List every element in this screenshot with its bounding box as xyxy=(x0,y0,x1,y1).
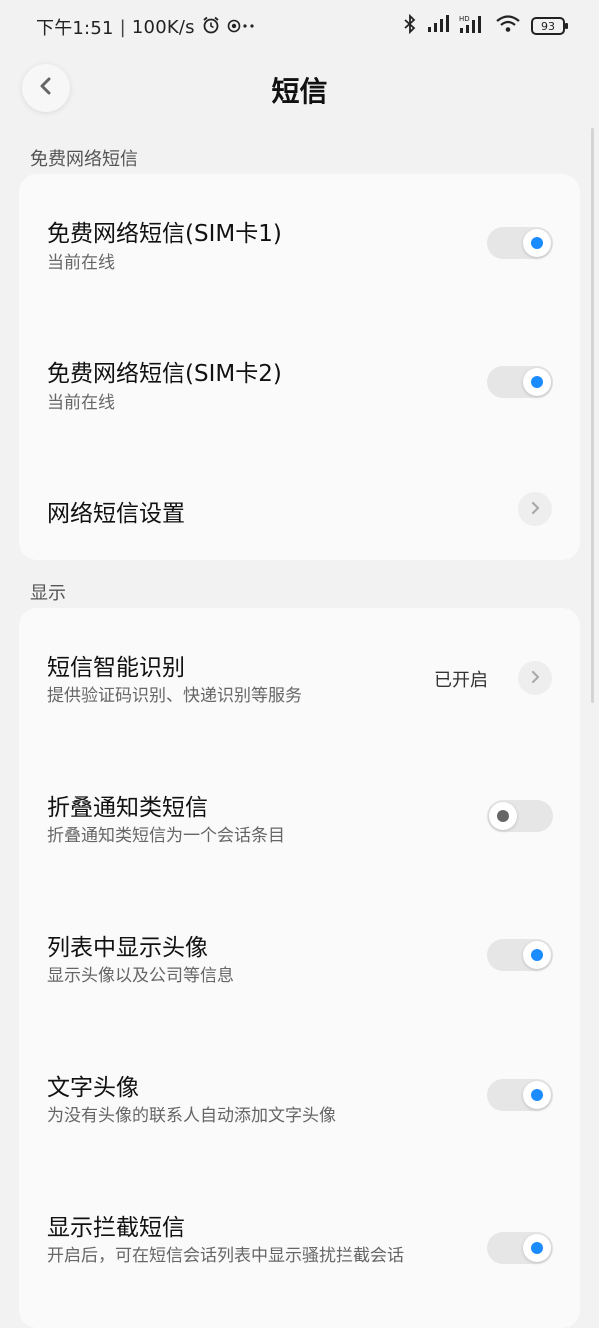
row-title: 显示拦截短信 xyxy=(47,1215,185,1241)
chevron-right-button[interactable] xyxy=(518,661,552,695)
toggle-knob xyxy=(523,1081,551,1109)
toggle-knob xyxy=(523,229,551,257)
bluetooth-icon xyxy=(403,13,417,38)
page-title: 短信 xyxy=(271,75,328,108)
status-bar: 下午1:51 | 100K/s HD 93 xyxy=(0,0,599,54)
row-text-avatar[interactable]: 文字头像 为没有头像的联系人自动添加文字头像 xyxy=(19,1028,580,1168)
toggle-free-sms-sim2[interactable] xyxy=(487,366,553,398)
section-label-display: 显示 xyxy=(30,583,66,604)
toggle-free-sms-sim1[interactable] xyxy=(487,227,553,259)
row-subtitle: 显示头像以及公司等信息 xyxy=(47,966,234,986)
toggle-show-avatar[interactable] xyxy=(487,939,553,971)
row-show-blocked[interactable]: 显示拦截短信 开启后，可在短信会话列表中显示骚扰拦截会话 xyxy=(19,1168,580,1328)
signal-hd-icon: HD xyxy=(459,14,485,38)
display-card: 短信智能识别 提供验证码识别、快递识别等服务 已开启 折叠通知类短信 折叠通知类… xyxy=(19,608,580,1328)
row-title: 列表中显示头像 xyxy=(47,935,208,961)
row-free-sms-sim2[interactable]: 免费网络短信(SIM卡2) 当前在线 xyxy=(19,314,580,454)
toggle-show-blocked[interactable] xyxy=(487,1232,553,1264)
svg-text:HD: HD xyxy=(459,15,470,23)
status-separator: | xyxy=(119,16,126,38)
chevron-right-icon xyxy=(530,669,540,688)
row-subtitle: 开启后，可在短信会话列表中显示骚扰拦截会话 xyxy=(47,1246,404,1266)
toggle-fold-notification[interactable] xyxy=(487,800,553,832)
status-network-speed: 100K/s xyxy=(131,16,195,38)
row-subtitle: 当前在线 xyxy=(47,393,115,413)
wifi-icon xyxy=(495,14,521,38)
scrollbar[interactable] xyxy=(591,128,594,703)
row-subtitle: 提供验证码识别、快递识别等服务 xyxy=(47,686,302,706)
section-label-free: 免费网络短信 xyxy=(30,149,138,170)
row-subtitle: 折叠通知类短信为一个会话条目 xyxy=(47,826,285,846)
row-subtitle: 为没有头像的联系人自动添加文字头像 xyxy=(47,1106,336,1126)
battery-level: 93 xyxy=(541,19,555,33)
row-show-avatar[interactable]: 列表中显示头像 显示头像以及公司等信息 xyxy=(19,888,580,1028)
toggle-text-avatar[interactable] xyxy=(487,1079,553,1111)
row-fold-notification[interactable]: 折叠通知类短信 折叠通知类短信为一个会话条目 xyxy=(19,748,580,888)
header: 短信 xyxy=(0,54,599,124)
toggle-knob xyxy=(523,368,551,396)
row-smart-recognition[interactable]: 短信智能识别 提供验证码识别、快递识别等服务 已开启 xyxy=(19,608,580,748)
row-title: 免费网络短信(SIM卡1) xyxy=(47,221,282,247)
signal-icon-1 xyxy=(427,15,449,37)
alarm-icon xyxy=(201,15,221,40)
row-title: 免费网络短信(SIM卡2) xyxy=(47,361,282,387)
row-subtitle: 当前在线 xyxy=(47,253,115,273)
free-sms-card: 免费网络短信(SIM卡1) 当前在线 免费网络短信(SIM卡2) 当前在线 网络… xyxy=(19,174,580,560)
row-network-sms-settings[interactable]: 网络短信设置 xyxy=(19,454,580,560)
chevron-right-button[interactable] xyxy=(518,492,552,526)
status-right: HD 93 xyxy=(403,13,568,38)
battery-icon: 93 xyxy=(531,17,568,35)
chevron-right-icon xyxy=(530,500,540,519)
row-title: 网络短信设置 xyxy=(47,501,185,527)
row-title: 文字头像 xyxy=(47,1075,139,1101)
status-value: 已开启 xyxy=(434,670,488,691)
status-time: 下午1:51 xyxy=(36,18,114,39)
toggle-knob xyxy=(523,1234,551,1262)
status-left: 下午1:51 | 100K/s xyxy=(36,14,257,40)
row-title: 折叠通知类短信 xyxy=(47,795,208,821)
row-title: 短信智能识别 xyxy=(47,655,185,681)
toggle-knob xyxy=(489,802,517,830)
record-icon xyxy=(227,17,257,38)
toggle-knob xyxy=(523,941,551,969)
row-free-sms-sim1[interactable]: 免费网络短信(SIM卡1) 当前在线 xyxy=(19,174,580,314)
